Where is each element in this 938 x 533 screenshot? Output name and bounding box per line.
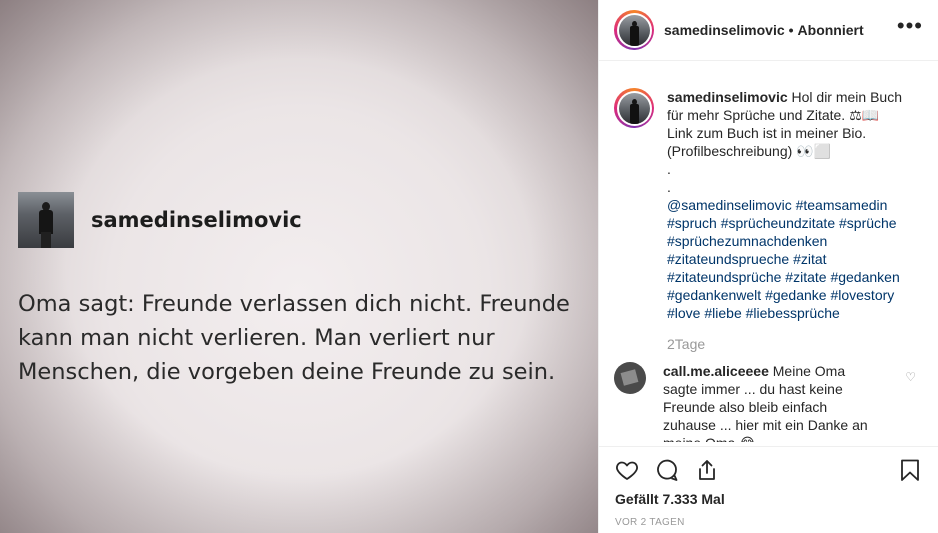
- quote-username: samedinselimovic: [91, 208, 302, 232]
- caption-text: samedinselimovic Hol dir mein Buch für m…: [667, 88, 912, 322]
- comment-avatar[interactable]: [614, 362, 646, 394]
- quote-text: Oma sagt: Freunde verlassen dich nicht. …: [18, 291, 570, 385]
- comment-text: call.me.aliceeee Meine Oma sagte immer .…: [663, 362, 878, 442]
- bookmark-icon[interactable]: [898, 458, 922, 482]
- caption-line: (Profilbeschreibung) 👀⬜: [667, 143, 832, 159]
- comment-like-heart-icon[interactable]: ♡: [905, 370, 916, 384]
- header-avatar-story-ring[interactable]: [614, 10, 654, 50]
- comment-username[interactable]: call.me.aliceeee: [663, 363, 769, 379]
- header-separator: •: [788, 22, 794, 38]
- comments-list[interactable]: samedinselimovic Hol dir mein Buch für m…: [599, 62, 938, 442]
- more-dots-icon[interactable]: •••: [897, 15, 923, 39]
- caption-avatar-story-ring[interactable]: [614, 88, 654, 128]
- header-username[interactable]: samedinselimovic: [664, 22, 785, 38]
- post-side-panel: samedinselimovic • Abonniert ••• samedinse…: [598, 0, 938, 533]
- caption-age: 2Tage: [667, 336, 706, 352]
- caption-line: .: [667, 161, 671, 177]
- post-time: VOR 2 TAGEN: [615, 517, 685, 528]
- caption-hashtags[interactable]: @samedinselimovic #teamsamedin #spruch #…: [667, 196, 912, 322]
- header-avatar: [618, 14, 650, 46]
- post-header: samedinselimovic • Abonniert •••: [599, 0, 938, 61]
- quote-avatar-image: [18, 192, 74, 248]
- comment-icon[interactable]: [655, 458, 679, 482]
- post-actions: Gefällt 7.333 Mal VOR 2 TAGEN: [599, 446, 938, 528]
- caption-username[interactable]: samedinselimovic: [667, 89, 788, 105]
- caption: samedinselimovic Hol dir mein Buch für m…: [614, 88, 922, 322]
- post-image[interactable]: samedinselimovic Oma sagt: Freunde verla…: [0, 0, 598, 533]
- instagram-post: samedinselimovic Oma sagt: Freunde verla…: [0, 0, 938, 533]
- header-user-line: samedinselimovic • Abonniert: [664, 22, 864, 38]
- likes-count[interactable]: Gefällt 7.333 Mal: [615, 491, 922, 507]
- share-icon[interactable]: [695, 458, 719, 482]
- caption-avatar: [618, 92, 650, 124]
- caption-line: .: [667, 179, 671, 195]
- heart-icon[interactable]: [615, 458, 639, 482]
- caption-line: Link zum Buch ist in meiner Bio.: [667, 125, 867, 141]
- comment-item: call.me.aliceeee Meine Oma sagte immer .…: [614, 362, 922, 442]
- action-icons: [615, 447, 922, 493]
- image-vignette: [0, 0, 598, 533]
- follow-status-button[interactable]: Abonniert: [798, 22, 864, 38]
